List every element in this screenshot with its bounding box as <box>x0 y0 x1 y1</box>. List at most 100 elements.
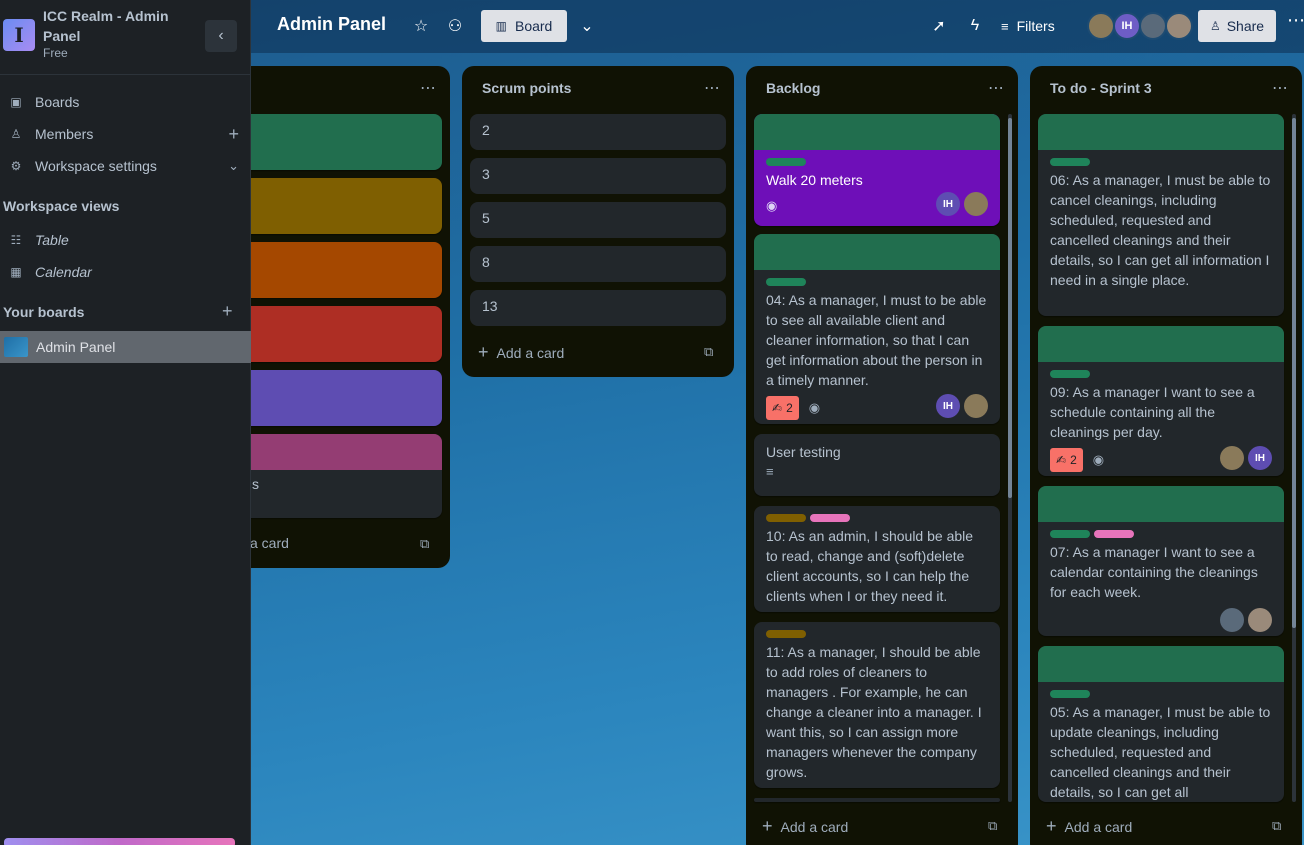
card-cover <box>1038 646 1284 682</box>
collapse-sidebar-button[interactable]: ‹ <box>205 20 237 52</box>
label-pink[interactable] <box>810 514 850 522</box>
card-template-icon[interactable]: ⧉ <box>1272 818 1281 834</box>
list-scrollbar-thumb[interactable] <box>1008 118 1012 498</box>
workspace-header: I ICC Realm - Admin Panel Free ‹ <box>0 0 250 75</box>
list-title[interactable]: Backlog <box>766 80 820 96</box>
vote-badge[interactable]: ✍ 2 <box>1050 448 1083 472</box>
list-more-icon[interactable]: ⋯ <box>420 78 436 98</box>
member-avatar[interactable] <box>1248 608 1272 632</box>
star-icon[interactable]: ☆ <box>407 10 435 42</box>
card[interactable]: 05: As a manager, I must be able to upda… <box>1038 646 1284 802</box>
list-title[interactable]: Scrum points <box>482 80 571 96</box>
sidebar-item-boards[interactable]: ▣ Boards <box>0 86 251 118</box>
filters-label: Filters <box>1016 18 1055 34</box>
card[interactable]: 11: As a manager, I should be able to ad… <box>754 622 1000 788</box>
more-icon[interactable]: ⋯ <box>1287 10 1304 31</box>
card-template-icon[interactable]: ⧉ <box>988 818 997 834</box>
card[interactable]: Walk 20 meters ◉ IH <box>754 114 1000 226</box>
add-card-label: Add a card <box>496 344 565 361</box>
card-cover <box>754 234 1000 270</box>
list-more-icon[interactable]: ⋯ <box>988 78 1004 98</box>
card-template-icon[interactable]: ⧉ <box>704 344 713 360</box>
member-avatar[interactable] <box>1139 12 1167 40</box>
card-labels <box>766 158 988 166</box>
add-card-button[interactable]: + Add a card <box>762 816 848 837</box>
watch-icon: ◉ <box>1092 452 1105 467</box>
card[interactable]: 07: As a manager I want to see a calenda… <box>1038 486 1284 636</box>
board-header: Admin Panel ☆ ⚇ ▥ Board ⌄ ➚ ϟ ≡ Filters … <box>251 0 1304 53</box>
boards-icon: ▣ <box>10 95 22 109</box>
workspace-logo[interactable]: I <box>3 19 35 51</box>
chevron-down-icon[interactable]: ⌄ <box>573 10 601 42</box>
label-green[interactable] <box>1050 690 1090 698</box>
member-avatar[interactable]: IH <box>1248 446 1272 470</box>
card[interactable]: 06: As a manager, I must be able to canc… <box>1038 114 1284 316</box>
card-title: 11: As a manager, I should be able to ad… <box>766 644 982 780</box>
card-labels <box>1050 370 1272 378</box>
chevron-down-icon[interactable]: ⌄ <box>228 158 239 174</box>
member-avatar[interactable]: IH <box>936 192 960 216</box>
label-mustard[interactable] <box>766 514 806 522</box>
label-mustard[interactable] <box>766 630 806 638</box>
card[interactable]: 2 <box>470 114 726 150</box>
list-scrollbar-thumb[interactable] <box>1292 118 1296 628</box>
card-members <box>1220 608 1272 632</box>
list-title[interactable]: To do - Sprint 3 <box>1050 80 1152 96</box>
label-green[interactable] <box>1050 530 1090 538</box>
description-icon: ≡ <box>766 464 774 479</box>
label-green[interactable] <box>766 278 806 286</box>
sidebar-item-calendar[interactable]: ▦ Calendar <box>0 256 251 288</box>
card[interactable]: 3 <box>470 158 726 194</box>
visibility-icon[interactable]: ⚇ <box>441 10 469 42</box>
add-member-icon[interactable]: + <box>228 124 239 145</box>
member-avatar[interactable]: IH <box>1113 12 1141 40</box>
board-view-button[interactable]: ▥ Board <box>481 10 567 42</box>
upgrade-banner[interactable] <box>4 838 235 845</box>
member-avatar[interactable] <box>964 394 988 418</box>
board-icon: ▥ <box>495 19 507 33</box>
label-green[interactable] <box>1050 158 1090 166</box>
add-board-icon[interactable]: + <box>222 301 233 322</box>
sidebar-board-admin-panel[interactable]: Admin Panel <box>0 331 251 363</box>
board-title[interactable]: Admin Panel <box>277 14 386 35</box>
workspace-sidebar: I ICC Realm - Admin Panel Free ‹ ▣ Board… <box>0 0 251 845</box>
card-template-icon[interactable]: ⧉ <box>420 536 429 552</box>
lightning-icon[interactable]: ϟ <box>961 10 989 42</box>
card[interactable]: 09: As a manager I want to see a schedul… <box>1038 326 1284 476</box>
card[interactable]: 5 <box>470 202 726 238</box>
sidebar-item-table[interactable]: ☷ Table <box>0 224 251 256</box>
member-avatar[interactable]: IH <box>936 394 960 418</box>
list-more-icon[interactable]: ⋯ <box>704 78 720 98</box>
label-pink[interactable] <box>1094 530 1134 538</box>
card[interactable]: User testing ≡ <box>754 434 1000 496</box>
card[interactable]: 04: As a manager, I must to be able to s… <box>754 234 1000 424</box>
member-avatar[interactable] <box>1220 446 1244 470</box>
sidebar-item-members[interactable]: ♙ Members + <box>0 118 251 150</box>
member-avatar[interactable] <box>1087 12 1115 40</box>
card[interactable]: 13 <box>470 290 726 326</box>
card-title: Walk 20 meters <box>766 172 863 188</box>
add-card-button[interactable]: + Add a card <box>478 342 564 363</box>
add-card-button[interactable]: a card <box>250 535 289 551</box>
gear-icon: ⚙ <box>10 159 22 173</box>
sidebar-item-label: Table <box>35 232 69 248</box>
share-button[interactable]: ♙ Share <box>1198 10 1276 42</box>
card[interactable]: 8 <box>470 246 726 282</box>
rocket-icon[interactable]: ➚ <box>925 10 953 42</box>
card[interactable] <box>754 798 1000 802</box>
sidebar-item-workspace-settings[interactable]: ⚙ Workspace settings ⌄ <box>0 150 251 182</box>
member-avatar[interactable] <box>1220 608 1244 632</box>
label-green[interactable] <box>1050 370 1090 378</box>
list-more-icon[interactable]: ⋯ <box>1272 78 1288 98</box>
card[interactable]: 10: As an admin, I should be able to rea… <box>754 506 1000 612</box>
card-cover <box>1038 326 1284 362</box>
member-avatar[interactable] <box>964 192 988 216</box>
filters-button[interactable]: ≡ Filters <box>1001 10 1055 42</box>
list-backlog: Backlog ⋯ Walk 20 meters ◉ IH 04: As a m… <box>746 66 1018 845</box>
sidebar-item-label: Members <box>35 126 94 142</box>
member-avatar[interactable] <box>1165 12 1193 40</box>
add-card-button[interactable]: + Add a card <box>1046 816 1132 837</box>
workspace-name[interactable]: ICC Realm - Admin Panel <box>43 6 203 46</box>
vote-badge[interactable]: ✍ 2 <box>766 396 799 420</box>
label-green[interactable] <box>766 158 806 166</box>
